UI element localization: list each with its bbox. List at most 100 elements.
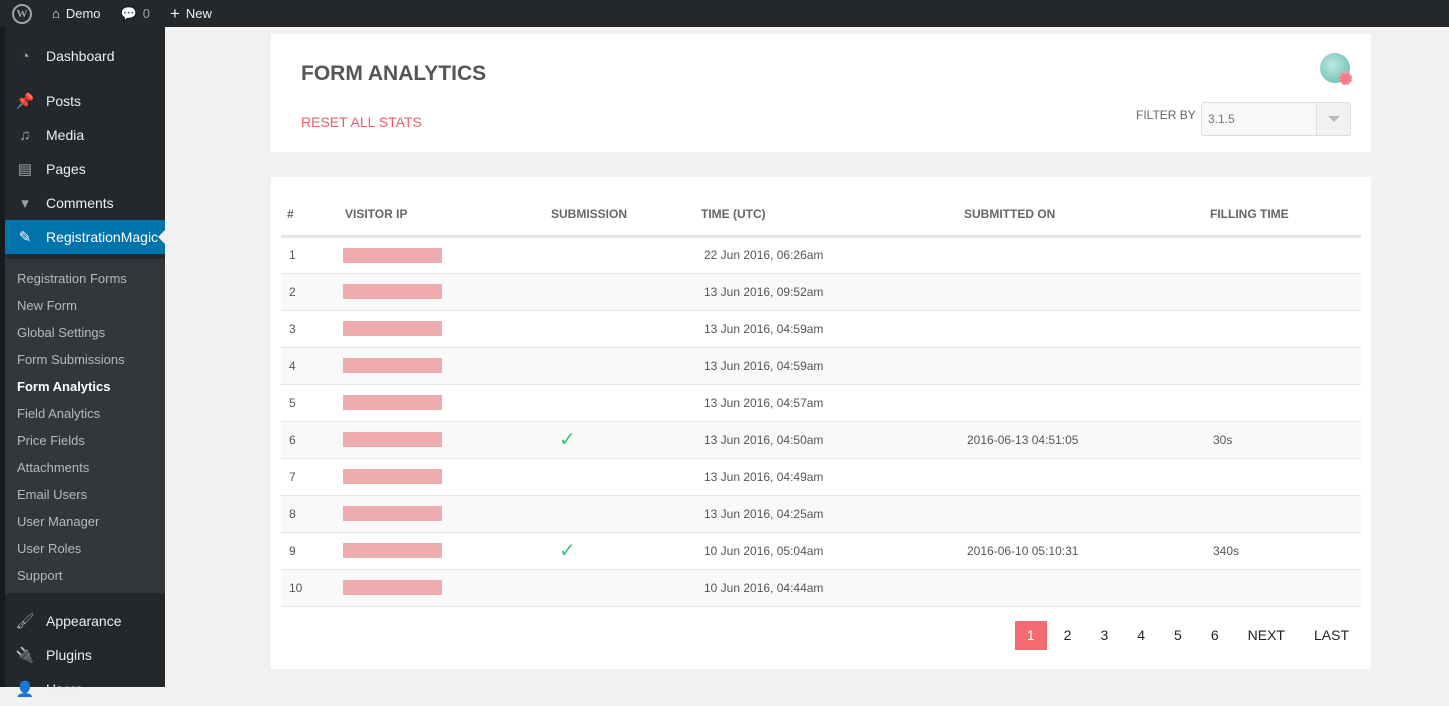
page-6-button[interactable]: 6	[1199, 621, 1231, 650]
page-2-button[interactable]: 2	[1052, 621, 1084, 650]
submission-cell: ✓	[551, 421, 701, 459]
filling-time-cell: 30s	[1210, 421, 1361, 459]
submenu-item[interactable]: Field Analytics	[5, 400, 165, 427]
comment-icon: 💬	[120, 5, 137, 21]
menu-comments[interactable]: ▾ Comments	[5, 186, 165, 220]
menu-posts[interactable]: 📌 Posts	[5, 84, 165, 118]
submitted-on-cell	[964, 458, 1210, 496]
visitor-ip-redacted	[343, 347, 551, 385]
submitted-on-cell	[964, 495, 1210, 533]
row-number: 7	[281, 458, 343, 496]
column-header: TIME (UTC)	[701, 194, 964, 238]
page-4-button[interactable]: 4	[1125, 621, 1157, 650]
table-row: 6 ✓ 13 Jun 2016, 04:50am 2016-06-13 04:5…	[281, 421, 1361, 459]
row-number: 4	[281, 347, 343, 385]
submenu-item[interactable]: Attachments	[5, 454, 165, 481]
filling-time-cell	[1210, 310, 1361, 348]
table-row: 2 13 Jun 2016, 09:52am	[281, 273, 1361, 311]
table-row: 4 13 Jun 2016, 04:59am	[281, 347, 1361, 385]
submenu-item[interactable]: Global Settings	[5, 319, 165, 346]
submitted-on-cell	[964, 384, 1210, 422]
time-cell: 13 Jun 2016, 04:25am	[701, 495, 964, 533]
media-icon: ♫	[19, 126, 31, 144]
table-row: 3 13 Jun 2016, 04:59am	[281, 310, 1361, 348]
submission-cell	[551, 347, 701, 385]
table-row: 5 13 Jun 2016, 04:57am	[281, 384, 1361, 422]
submission-cell: ✓	[551, 532, 701, 570]
user-icon: 👤	[15, 681, 35, 698]
menu-media[interactable]: ♫ Media	[5, 118, 165, 152]
filling-time-cell	[1210, 384, 1361, 422]
submenu-item[interactable]: Price Fields	[5, 427, 165, 454]
time-cell: 13 Jun 2016, 04:50am	[701, 421, 964, 459]
admin-bar: W ⌂ Demo 💬 0 + New	[0, 0, 1449, 27]
globe-settings-icon[interactable]	[1320, 53, 1352, 85]
filling-time-cell	[1210, 495, 1361, 533]
page-5-button[interactable]: 5	[1162, 621, 1194, 650]
column-header: SUBMISSION	[551, 194, 701, 238]
redacted-ip	[343, 247, 442, 263]
submenu-item[interactable]: Form Submissions	[5, 346, 165, 373]
row-number: 6	[281, 421, 343, 459]
menu-dashboard[interactable]: ◔ Dashboard	[5, 39, 165, 73]
submitted-on-cell	[964, 569, 1210, 607]
submenu-item[interactable]: Support	[5, 562, 165, 589]
visitor-ip-redacted	[343, 569, 551, 607]
pages-icon: ▤	[17, 161, 33, 178]
last-page-button[interactable]: LAST	[1302, 621, 1361, 650]
brush-icon: 🖌	[15, 613, 35, 630]
table-row: 8 13 Jun 2016, 04:25am	[281, 495, 1361, 533]
submission-cell	[551, 310, 701, 348]
submenu-item[interactable]: User Roles	[5, 535, 165, 562]
checkmark-icon: ✓	[559, 429, 576, 451]
redacted-ip	[343, 506, 442, 522]
submenu-item-current[interactable]: Form Analytics	[5, 373, 165, 400]
page-3-button[interactable]: 3	[1088, 621, 1120, 650]
menu-registrationmagic[interactable]: ✎ RegistrationMagic	[5, 220, 165, 254]
submenu-item[interactable]: Registration Forms	[5, 265, 165, 292]
filter-select[interactable]: 3.1.5	[1201, 102, 1351, 136]
menu-appearance[interactable]: 🖌 Appearance	[5, 604, 165, 638]
submenu-item[interactable]: User Manager	[5, 508, 165, 535]
submenu-item[interactable]: New Form	[5, 292, 165, 319]
filling-time-cell	[1210, 347, 1361, 385]
menu-pages[interactable]: ▤ Pages	[5, 152, 165, 186]
redacted-ip	[343, 432, 442, 448]
visitor-ip-redacted	[343, 458, 551, 496]
row-number: 8	[281, 495, 343, 533]
table-row: 10 10 Jun 2016, 04:44am	[281, 569, 1361, 607]
menu-users[interactable]: 👤 Users	[5, 672, 165, 706]
redacted-ip	[343, 395, 442, 411]
new-content-link[interactable]: + New	[170, 4, 212, 24]
submenu-item[interactable]: Email Users	[5, 481, 165, 508]
column-header: FILLING TIME	[1210, 194, 1361, 238]
row-number: 10	[281, 569, 343, 607]
comments-link[interactable]: 💬 0	[121, 6, 150, 22]
submitted-on-cell: 2016-06-13 04:51:05	[964, 421, 1210, 459]
site-link[interactable]: ⌂ Demo	[52, 6, 101, 21]
submission-cell	[551, 458, 701, 496]
submission-cell	[551, 273, 701, 311]
visitor-ip-redacted	[343, 532, 551, 570]
menu-plugins[interactable]: 🔌 Plugins	[5, 638, 165, 672]
submitted-on-cell	[964, 236, 1210, 274]
next-page-button[interactable]: NEXT	[1236, 621, 1297, 650]
row-number: 1	[281, 236, 343, 274]
plus-icon: +	[169, 3, 180, 23]
row-number: 9	[281, 532, 343, 570]
time-cell: 10 Jun 2016, 04:44am	[701, 569, 964, 607]
column-header: VISITOR IP	[343, 194, 551, 238]
wordpress-logo-icon[interactable]: W	[12, 3, 32, 24]
row-number: 3	[281, 310, 343, 348]
submission-cell	[551, 495, 701, 533]
time-cell: 22 Jun 2016, 06:26am	[701, 236, 964, 274]
home-icon: ⌂	[52, 6, 60, 21]
filling-time-cell	[1210, 236, 1361, 274]
redacted-ip	[343, 284, 442, 300]
filter-label: FILTER BY	[1136, 108, 1196, 122]
comment-icon: ▾	[21, 195, 29, 212]
page-1-button[interactable]: 1	[1014, 621, 1047, 650]
submitted-on-cell	[964, 310, 1210, 348]
reset-stats-link[interactable]: RESET ALL STATS	[301, 114, 422, 130]
form-icon: ✎	[18, 229, 32, 246]
